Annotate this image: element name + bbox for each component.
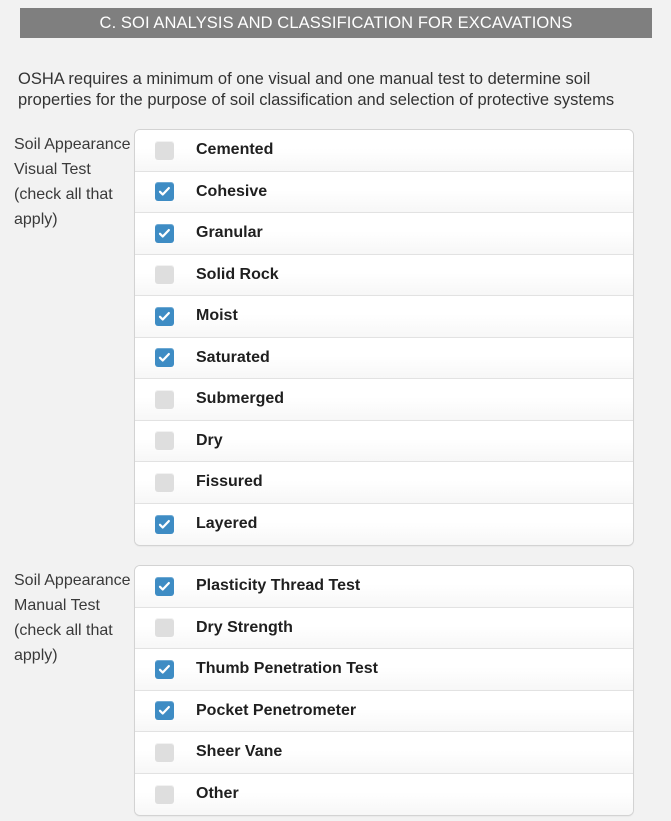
checkbox-row[interactable]: Moist — [135, 296, 633, 338]
checkbox-label: Dry — [196, 431, 223, 449]
checkbox-checked-icon[interactable] — [155, 659, 174, 679]
checkbox-checked-icon[interactable] — [155, 514, 174, 534]
checkbox-unchecked-icon[interactable] — [155, 389, 174, 409]
checkbox-row[interactable]: Pocket Penetrometer — [135, 690, 633, 732]
check-glyph — [158, 187, 170, 196]
checkbox-row[interactable]: Granular — [135, 213, 633, 255]
checkbox-row[interactable]: Thumb Penetration Test — [135, 649, 633, 691]
checkbox-unchecked-icon[interactable] — [155, 784, 174, 804]
checkbox-checked-icon[interactable] — [155, 348, 174, 368]
checkbox-row[interactable]: Fissured — [135, 462, 633, 504]
checkbox-label: Moist — [196, 307, 238, 325]
checkbox-row[interactable]: Sheer Vane — [135, 732, 633, 774]
checkbox-unchecked-icon[interactable] — [155, 742, 174, 762]
question-label-manual: Soil Appearance Manual Test (check all t… — [14, 572, 131, 664]
checkbox-label: Plasticity Thread Test — [196, 577, 361, 595]
checkbox-checked-icon[interactable] — [155, 576, 174, 596]
checkbox-label: Dry Strength — [196, 618, 293, 636]
checkbox-row[interactable]: Dry — [135, 420, 633, 462]
checkbox-row[interactable]: Plasticity Thread Test — [135, 566, 633, 608]
question-label-visual: Soil Appearance Visual Test (check all t… — [14, 136, 131, 228]
checkbox-label: Submerged — [196, 390, 285, 408]
checkbox-unchecked-icon[interactable] — [155, 431, 174, 451]
checkbox-label: Granular — [196, 224, 263, 242]
section-header: C. SOI ANALYSIS AND CLASSIFICATION FOR E… — [20, 8, 652, 38]
checkbox-unchecked-icon[interactable] — [155, 140, 174, 160]
check-glyph — [158, 228, 170, 238]
check-glyph — [158, 581, 170, 591]
checkbox-label: Thumb Penetration Test — [196, 660, 378, 678]
checkbox-label: Cemented — [196, 141, 274, 159]
checkbox-label: Other — [196, 785, 239, 803]
checkbox-row[interactable]: Solid Rock — [135, 254, 633, 296]
check-glyph — [158, 311, 170, 321]
checkbox-checked-icon[interactable] — [155, 182, 174, 202]
checkbox-list-visual[interactable]: Cemented Cohesive Granular Solid Rock Moist S… — [134, 129, 634, 546]
checkbox-row[interactable]: Saturated — [135, 337, 633, 379]
checkbox-checked-icon[interactable] — [155, 306, 174, 326]
checkbox-row[interactable]: Dry Strength — [135, 607, 633, 649]
check-glyph — [158, 706, 170, 715]
checkbox-checked-icon[interactable] — [155, 701, 174, 721]
checkbox-unchecked-icon[interactable] — [155, 472, 174, 492]
checkbox-row[interactable]: Submerged — [135, 379, 633, 421]
question-block-manual: Soil Appearance Manual Test (check all t… — [0, 565, 671, 816]
soil-analysis-form: C. SOI ANALYSIS AND CLASSIFICATION FOR E… — [0, 0, 671, 821]
checkbox-row[interactable]: Cemented — [135, 130, 633, 172]
checkbox-row[interactable]: Layered — [135, 503, 633, 545]
check-glyph — [158, 519, 170, 529]
checkbox-list-manual[interactable]: Plasticity Thread Test Dry Strength Thumb … — [134, 565, 634, 816]
section-intro-text: OSHA requires a minimum of one visual an… — [18, 69, 615, 109]
question-block-visual: Soil Appearance Visual Test (check all t… — [0, 129, 671, 546]
checkbox-label: Sheer Vane — [196, 743, 283, 761]
checkbox-label: Pocket Penetrometer — [196, 701, 357, 719]
checkbox-unchecked-icon[interactable] — [155, 265, 174, 285]
check-glyph — [158, 353, 170, 362]
check-glyph — [158, 664, 170, 674]
checkbox-label: Saturated — [196, 348, 270, 366]
checkbox-label: Fissured — [196, 473, 263, 491]
checkbox-row[interactable]: Other — [135, 773, 633, 815]
checkbox-row[interactable]: Cohesive — [135, 171, 633, 213]
checkbox-label: Cohesive — [196, 182, 268, 200]
checkbox-label: Layered — [196, 515, 258, 533]
checkbox-label: Solid Rock — [196, 265, 279, 283]
checkbox-checked-icon[interactable] — [155, 223, 174, 243]
checkbox-unchecked-icon[interactable] — [155, 618, 174, 638]
